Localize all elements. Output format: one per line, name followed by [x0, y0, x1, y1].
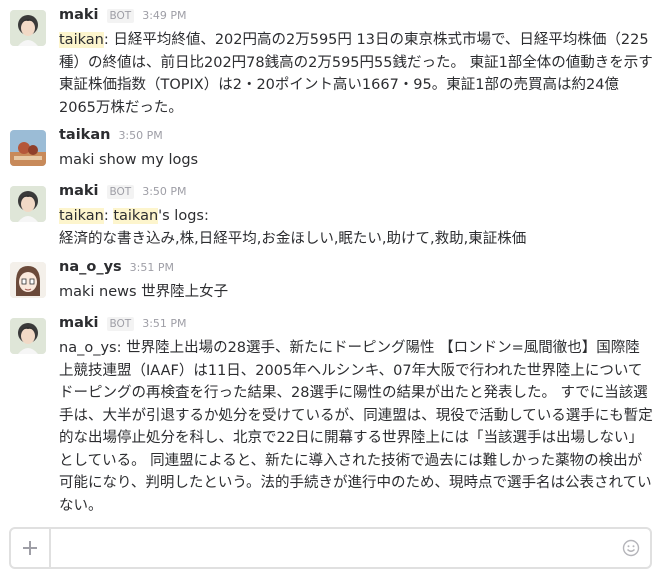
bot-badge: BOT: [106, 185, 135, 199]
message-text: 's logs:: [158, 208, 209, 224]
message-text: na_o_ys: 世界陸上出場の28選手、新たにドーピング陽性 【ロンドン=風間…: [59, 340, 653, 514]
message: maki BOT 3:50 PM taikan: taikan's logs: …: [0, 183, 667, 251]
message-body: na_o_ys: 世界陸上出場の28選手、新たにドーピング陽性 【ロンドン=風間…: [59, 337, 654, 517]
emoji-icon: [622, 539, 640, 557]
message-input[interactable]: [53, 529, 618, 567]
bot-badge: BOT: [106, 9, 135, 23]
avatar[interactable]: [10, 318, 46, 354]
message-text: : 日経平均終値、202円高の2万595円 13日の東京株式市場で、日経平均株価…: [59, 32, 653, 116]
message-text: :: [103, 208, 114, 224]
attach-button[interactable]: [11, 529, 51, 567]
message-line: 経済的な書き込み,株,日経平均,お金ほしい,眠たい,助けて,救助,東証株価: [59, 230, 527, 247]
message-author[interactable]: maki: [59, 7, 99, 23]
message-body: taikan: taikan's logs: 経済的な書き込み,株,日経平均,お…: [59, 205, 654, 250]
user-mention[interactable]: taikan: [113, 208, 159, 224]
taikan-avatar-icon: [10, 130, 46, 166]
message-body: maki show my logs: [59, 149, 654, 172]
message: maki BOT 3:49 PM taikan: 日経平均終値、202円高の2万…: [0, 7, 667, 120]
na-o-ys-avatar-icon: [10, 262, 46, 298]
maki-avatar-icon: [10, 318, 46, 354]
message-list: maki BOT 3:49 PM taikan: 日経平均終値、202円高の2万…: [0, 0, 667, 520]
message-text: maki show my logs: [59, 152, 199, 168]
message-composer: [9, 527, 652, 569]
timestamp[interactable]: 3:51 PM: [130, 261, 174, 274]
message-line: taikan: taikan's logs:: [59, 205, 654, 228]
message-text: maki news 世界陸上女子: [59, 284, 229, 300]
timestamp[interactable]: 3:49 PM: [142, 9, 186, 22]
avatar[interactable]: [10, 262, 46, 298]
message-body: maki news 世界陸上女子: [59, 281, 654, 304]
timestamp[interactable]: 3:50 PM: [118, 129, 162, 142]
message-author[interactable]: na_o_ys: [59, 259, 122, 275]
message: na_o_ys 3:51 PM maki news 世界陸上女子: [0, 259, 667, 307]
timestamp[interactable]: 3:51 PM: [142, 317, 186, 330]
message-author[interactable]: maki: [59, 315, 99, 331]
emoji-button[interactable]: [622, 539, 640, 557]
maki-avatar-icon: [10, 10, 46, 46]
avatar[interactable]: [10, 130, 46, 166]
message-author[interactable]: maki: [59, 183, 99, 199]
plus-icon: [23, 541, 37, 555]
user-mention[interactable]: taikan: [59, 208, 104, 224]
message-author[interactable]: taikan: [59, 127, 110, 143]
message: taikan 3:50 PM maki show my logs: [0, 127, 667, 175]
avatar[interactable]: [10, 186, 46, 222]
bot-badge: BOT: [106, 317, 135, 331]
maki-avatar-icon: [10, 186, 46, 222]
message: maki BOT 3:51 PM na_o_ys: 世界陸上出場の28選手、新た…: [0, 315, 667, 518]
user-mention[interactable]: taikan: [59, 32, 104, 48]
message-body: taikan: 日経平均終値、202円高の2万595円 13日の東京株式市場で、…: [59, 29, 654, 119]
avatar[interactable]: [10, 10, 46, 46]
timestamp[interactable]: 3:50 PM: [142, 185, 186, 198]
